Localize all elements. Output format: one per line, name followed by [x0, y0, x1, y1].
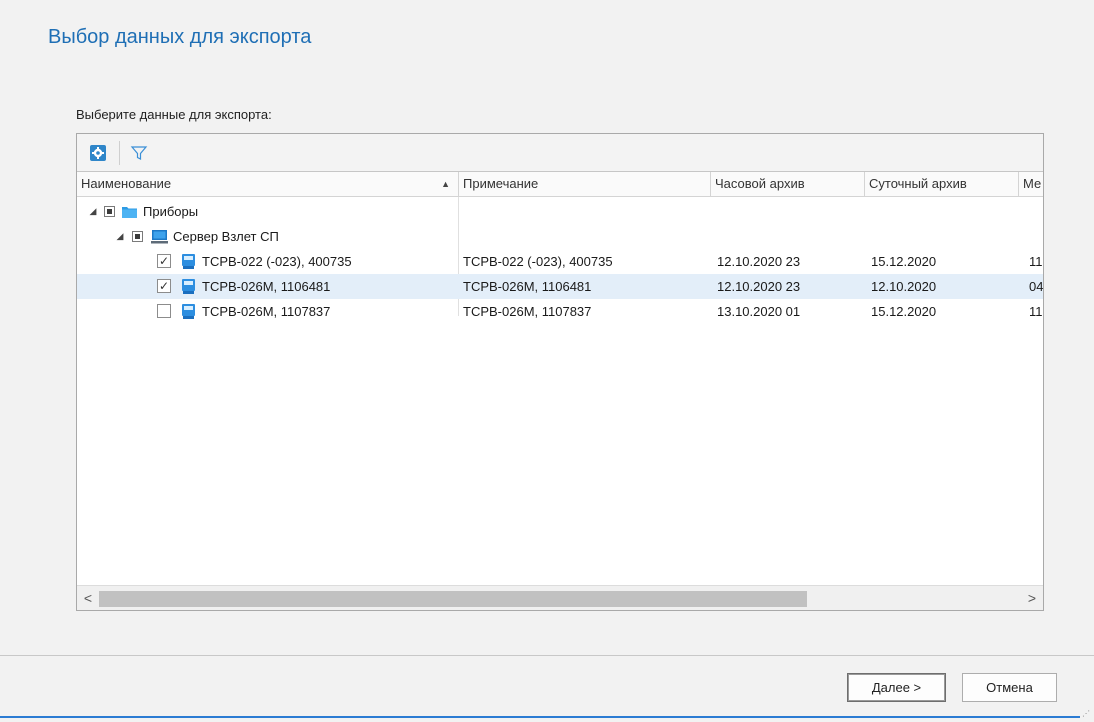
page-title: Выбор данных для экспорта: [48, 26, 312, 48]
meter-device-icon: [182, 279, 195, 294]
device-note: ТСРВ-026М, 1107837: [463, 304, 592, 319]
scroll-right-button[interactable]: >: [1021, 586, 1043, 610]
resize-grip-icon[interactable]: ⋰: [1082, 709, 1090, 718]
hourly-archive-date: 12.10.2020 23: [717, 279, 801, 294]
device-name: ТСРВ-026М, 1106481: [202, 279, 331, 294]
grid-body: ◢ Приборы ◢ Сервер Взлет СП ✓ ТСРВ-022 (…: [77, 197, 1043, 585]
filter-icon: [130, 145, 148, 160]
column-header-monthly-archive[interactable]: Ме: [1019, 172, 1043, 196]
tree-label: Приборы: [143, 204, 199, 219]
window-bottom-border: [0, 716, 1080, 718]
daily-archive-date: 12.10.2020: [871, 279, 937, 294]
row-checkbox-checked[interactable]: ✓: [157, 279, 171, 293]
footer-divider: [0, 655, 1094, 656]
tree-checkbox-partial[interactable]: [104, 206, 115, 217]
column-header-label: Примечание: [463, 176, 539, 191]
column-header-label: Наименование: [81, 176, 172, 191]
expand-arrow-icon[interactable]: ◢: [114, 224, 126, 249]
column-header-label: Часовой архив: [715, 176, 805, 191]
tree-checkbox-partial[interactable]: [132, 231, 143, 242]
expand-arrow-icon[interactable]: ◢: [87, 199, 99, 224]
scrollbar-thumb[interactable]: [99, 591, 807, 607]
data-selection-panel: Наименование ▲ Примечание Часовой архив …: [76, 133, 1044, 611]
device-name: ТСРВ-022 (-023), 400735: [202, 254, 352, 269]
meter-device-icon: [182, 304, 195, 319]
next-button[interactable]: Далее >: [847, 673, 946, 702]
column-header-daily-archive[interactable]: Суточный архив: [865, 172, 1019, 196]
folder-icon: [122, 207, 137, 218]
grid-header: Наименование ▲ Примечание Часовой архив …: [77, 172, 1043, 197]
filter-button[interactable]: [128, 142, 150, 164]
device-name: ТСРВ-026М, 1107837: [202, 304, 331, 319]
monthly-archive-date: 11: [1029, 254, 1043, 269]
column-header-note[interactable]: Примечание: [459, 172, 711, 196]
horizontal-scrollbar[interactable]: < >: [77, 585, 1043, 610]
tree-row-root[interactable]: ◢ Приборы: [77, 199, 1043, 224]
computer-icon: [151, 230, 168, 244]
table-row-selected[interactable]: ✓ ТСРВ-026М, 1106481 ТСРВ-026М, 1106481 …: [77, 274, 1043, 299]
column-header-hourly-archive[interactable]: Часовой архив: [711, 172, 865, 196]
hourly-archive-date: 13.10.2020 01: [717, 304, 801, 319]
monthly-archive-date: 04: [1029, 279, 1043, 294]
column-header-label: Ме: [1023, 176, 1042, 191]
toolbar: [77, 134, 1043, 172]
tree-row-server[interactable]: ◢ Сервер Взлет СП: [77, 224, 1043, 249]
table-row[interactable]: ТСРВ-026М, 1107837 ТСРВ-026М, 1107837 13…: [77, 299, 1043, 324]
meter-device-icon: [182, 254, 195, 269]
column-header-name[interactable]: Наименование ▲: [77, 172, 459, 196]
monthly-archive-date: 11: [1029, 304, 1043, 319]
device-note: ТСРВ-026М, 1106481: [463, 279, 592, 294]
sort-ascending-icon: ▲: [441, 179, 450, 189]
table-row[interactable]: ✓ ТСРВ-022 (-023), 400735 ТСРВ-022 (-023…: [77, 249, 1043, 274]
daily-archive-date: 15.12.2020: [871, 304, 937, 319]
row-checkbox-checked[interactable]: ✓: [157, 254, 171, 268]
device-note: ТСРВ-022 (-023), 400735: [463, 254, 613, 269]
daily-archive-date: 15.12.2020: [871, 254, 937, 269]
tree-label: Сервер Взлет СП: [173, 229, 279, 244]
hourly-archive-date: 12.10.2020 23: [717, 254, 801, 269]
column-header-label: Суточный архив: [869, 176, 967, 191]
cancel-button[interactable]: Отмена: [962, 673, 1057, 702]
toolbar-separator: [119, 140, 120, 165]
section-label: Выберите данные для экспорта:: [76, 107, 272, 122]
gear-icon: [90, 144, 106, 161]
row-checkbox-unchecked[interactable]: [157, 304, 171, 318]
settings-button[interactable]: [87, 142, 109, 164]
scroll-left-button[interactable]: <: [77, 586, 99, 610]
